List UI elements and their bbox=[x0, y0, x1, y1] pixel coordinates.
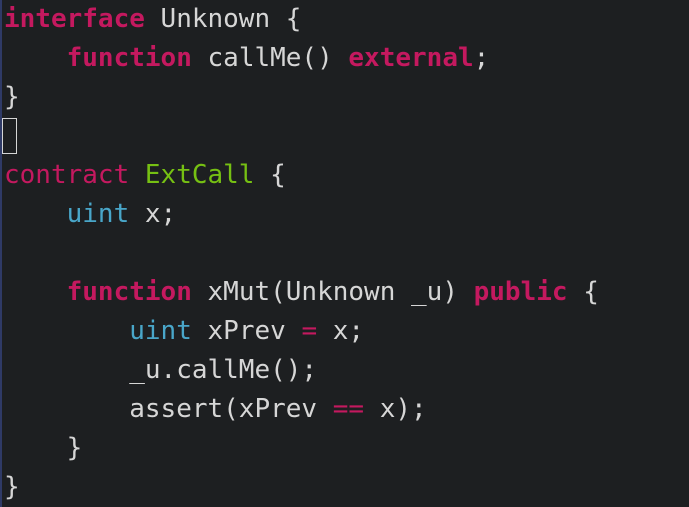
keyword-external: external bbox=[348, 43, 474, 73]
code-line-6: uint x; bbox=[4, 195, 599, 234]
keyword-public: public bbox=[473, 277, 568, 307]
interface-name: Unknown { bbox=[144, 4, 302, 34]
code-line-4 bbox=[2, 117, 599, 156]
code-line-2: function callMe() external; bbox=[4, 39, 599, 78]
code-line-10: _u.callMe(); bbox=[4, 351, 599, 390]
opening-brace: { bbox=[254, 160, 286, 190]
opening-brace: { bbox=[567, 277, 599, 307]
code-area[interactable]: interface Unknown { function callMe() ex… bbox=[2, 0, 599, 507]
keyword-contract: contract bbox=[4, 160, 130, 190]
assign-value: x; bbox=[317, 316, 365, 346]
call-statement: _u.callMe(); bbox=[129, 355, 318, 385]
text-cursor bbox=[2, 118, 17, 154]
code-line-8: function xMut(Unknown _u) public { bbox=[4, 273, 599, 312]
semicolon: ; bbox=[473, 43, 490, 73]
code-editor[interactable]: interface Unknown { function callMe() ex… bbox=[0, 0, 689, 507]
code-line-9: uint xPrev = x; bbox=[4, 312, 599, 351]
assign-operator: = bbox=[301, 316, 318, 346]
type-uint: uint bbox=[129, 316, 192, 346]
type-uint: uint bbox=[66, 199, 130, 229]
code-line-5: contract ExtCall { bbox=[4, 156, 599, 195]
function-signature: callMe() bbox=[191, 43, 349, 73]
code-line-3: } bbox=[4, 78, 599, 117]
code-line-11: assert(xPrev == x); bbox=[4, 390, 599, 429]
contract-name: ExtCall bbox=[144, 160, 255, 190]
closing-brace: } bbox=[66, 433, 83, 463]
assert-call: assert(xPrev bbox=[129, 394, 333, 424]
keyword-interface: interface bbox=[4, 4, 145, 34]
assert-end: x); bbox=[364, 394, 427, 424]
keyword-function: function bbox=[66, 277, 192, 307]
closing-brace: } bbox=[4, 472, 20, 502]
left-border bbox=[0, 0, 2, 507]
function-signature: xMut(Unknown _u) bbox=[191, 277, 474, 307]
closing-brace: } bbox=[4, 82, 20, 112]
code-line-13: } bbox=[4, 468, 599, 507]
variable-name: xPrev bbox=[191, 316, 302, 346]
keyword-function: function bbox=[66, 43, 192, 73]
equality-operator: == bbox=[332, 394, 365, 424]
variable-declaration: x; bbox=[129, 199, 177, 229]
code-line-12: } bbox=[4, 429, 599, 468]
code-line-1: interface Unknown { bbox=[4, 0, 599, 39]
